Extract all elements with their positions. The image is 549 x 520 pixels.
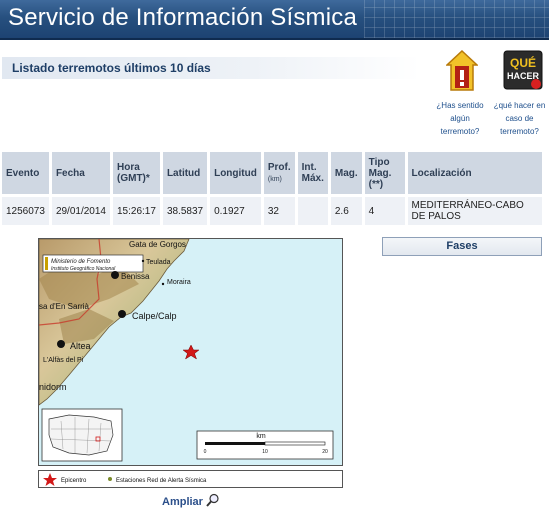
scale-tick-20: 20 [322,449,328,455]
col-header-latitud: Latitud [161,152,211,196]
col-header-label: Prof. [267,162,291,173]
legend-epicenter-label: Epicentro [61,478,87,484]
place-benissa: Benissa [121,272,150,281]
section-header: Listado terremotos últimos 10 días [2,57,420,79]
col-header-sub: (GMT)* [117,173,150,184]
place-benidorm: nidorm [39,382,67,392]
col-header-longitud: Longitud [208,152,264,196]
col-header-mag: Mag. [329,152,365,196]
place-alfas: L'Alfàs del Pi [43,357,84,364]
felt-link-line2[interactable]: algún [430,112,490,125]
table-row[interactable]: 1256073 29/01/2014 15:26:17 38.5837 0.19… [2,194,546,225]
col-header-label: Int. [301,162,317,173]
scale-unit: km [256,433,266,440]
legend-station-label: Estaciones Red de Alerta Sísmica [116,478,207,484]
cell-tipo: 4 [363,194,408,225]
felt-earthquake-link[interactable]: ¿Has sentido algún terremoto? [430,99,490,138]
que-text: QUÉ [510,55,536,70]
col-header-hora: Hora (GMT)* [111,152,163,196]
whatdo-link-line1[interactable]: ¿qué hacer en [490,99,549,112]
felt-earthquake-icon[interactable] [445,49,479,92]
legend-epicenter-icon [43,473,57,486]
col-header-label: Fecha [55,167,85,179]
col-header-label: Latitud [166,167,201,179]
place-dot [111,271,119,279]
col-header-localizacion: Localización [406,152,546,196]
cell-prof: 32 [262,194,298,225]
scale-tick-10: 10 [262,449,268,455]
place-dot [118,310,126,318]
cell-longitud: 0.1927 [208,194,264,225]
inset-map [41,408,123,462]
legend-station-icon [108,477,112,481]
what-to-do-icon[interactable]: QUÉ HACER [503,50,543,90]
cell-fecha: 29/01/2014 [50,194,114,225]
map-institution-2: Instituto Geográfico Nacional [51,266,116,272]
map-legend: Epicentro Estaciones Red de Alerta Sísmi… [38,470,343,488]
col-header-label: Longitud [214,167,257,179]
place-calpe: Calpe/Calp [132,311,177,321]
scale-tick-0: 0 [204,449,207,455]
col-header-prof: Prof. (km) [262,152,298,196]
ampliar-label[interactable]: Ampliar [162,496,203,508]
map-svg: Ministerio de Fomento Instituto Geográfi… [39,239,334,462]
col-header-int: Int. Máx. [296,152,331,196]
place-dot [57,340,65,348]
place-dot [161,282,165,286]
section-title: Listado terremotos últimos 10 días [12,61,211,75]
place-altea: Altea [70,341,91,351]
felt-link-line3[interactable]: terremoto? [430,125,490,138]
cell-int [296,194,331,225]
col-header-label: Evento [6,167,40,179]
cell-hora: 15:26:17 [111,194,163,225]
scale-bar: km 0 10 20 [196,430,334,460]
col-header-tipo: Tipo Mag. (**) [363,152,408,196]
whatdo-link-line2[interactable]: caso de [490,112,549,125]
col-header-label: Localización [411,167,472,179]
col-header-sub: Mag. (**) [368,167,392,190]
site-title: Servicio de Información Sísmica [8,4,357,31]
cell-mag: 2.6 [329,194,365,225]
col-header-label: Tipo [368,156,390,168]
felt-link-line1[interactable]: ¿Has sentido [430,99,490,112]
cell-evento: 1256073 [2,194,52,225]
whatdo-link-line3[interactable]: terremoto? [490,125,549,138]
col-header-sub: Máx. [301,173,324,184]
site-banner: Servicio de Información Sísmica [0,0,549,40]
place-gata: Gata de Gorgos [129,240,186,249]
place-teulada: Teulada [146,259,171,266]
place-sarria: sa d'En Sarrià [39,302,90,311]
col-header-label: Hora [117,162,140,173]
place-dot [141,259,145,263]
col-header-fecha: Fecha [50,152,114,196]
map-institution-1: Ministerio de Fomento [51,259,111,265]
cell-latitud: 38.5837 [161,194,211,225]
epicenter-star [182,344,200,360]
cell-localizacion: MEDITERRÁNEO-CABO DE PALOS [406,194,546,225]
col-header-label: Mag. [334,167,358,179]
place-moraira: Moraira [167,279,191,286]
epicenter-map[interactable]: Ministerio de Fomento Instituto Geográfi… [38,238,343,466]
banner-decoration [364,0,549,38]
hacer-text: HACER [507,71,540,81]
earthquake-table: Evento Fecha Hora (GMT)* Latitud Longitud… [2,152,546,225]
fases-button[interactable]: Fases [382,237,542,256]
col-header-sub: (km) [267,176,282,183]
magnifier-icon [206,493,219,507]
what-to-do-link[interactable]: ¿qué hacer en caso de terremoto? [490,99,549,138]
table-header-row: Evento Fecha Hora (GMT)* Latitud Longitud… [2,152,546,196]
ampliar-link[interactable]: Ampliar [162,493,220,508]
col-header-evento: Evento [2,152,52,196]
